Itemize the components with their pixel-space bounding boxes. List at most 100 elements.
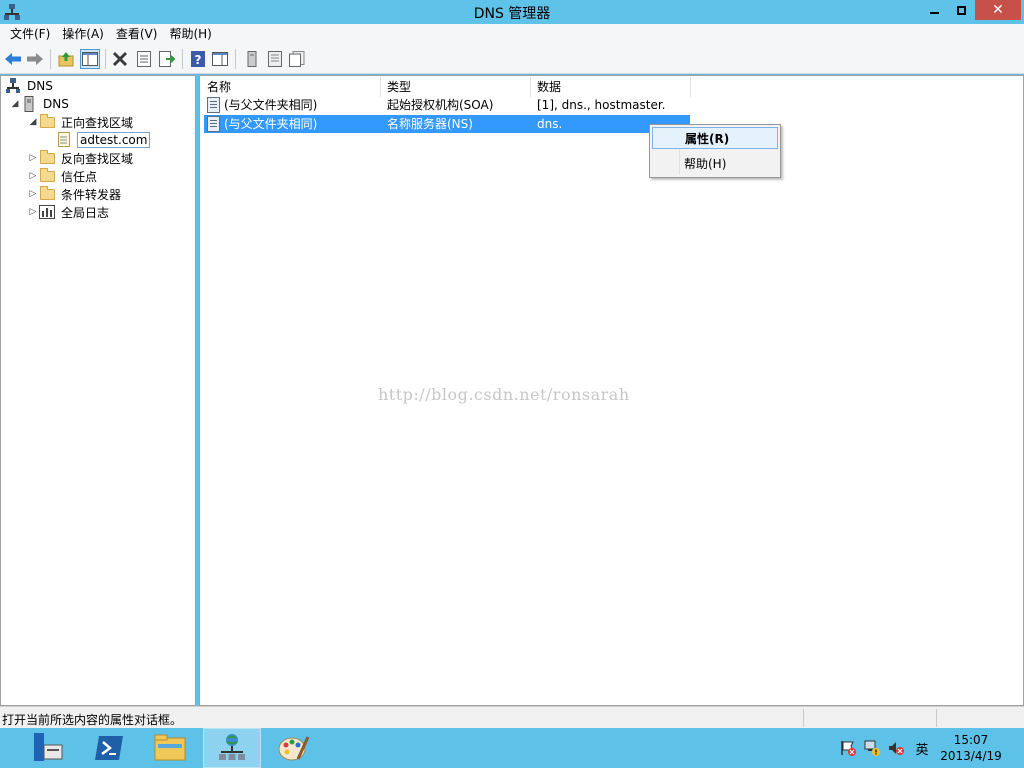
restore-icon xyxy=(957,5,966,15)
status-text: 打开当前所选内容的属性对话框。 xyxy=(2,713,183,727)
tree-node-dns-server[interactable]: ◢ DNS xyxy=(9,95,71,113)
tree-label: 正向查找区域 xyxy=(61,115,134,130)
tree-node-reverse-lookup-zones[interactable]: ▷ 反向查找区域 xyxy=(27,149,135,167)
back-button[interactable] xyxy=(3,49,23,69)
properties-button[interactable] xyxy=(134,49,154,69)
dns-record-icon xyxy=(207,116,220,132)
folder-icon xyxy=(39,113,55,130)
svg-text:?: ? xyxy=(195,53,202,67)
context-menu-help[interactable]: 帮助(H) xyxy=(652,153,778,175)
collapsed-triangle-icon[interactable]: ▷ xyxy=(27,171,39,181)
records-stack-icon xyxy=(289,51,305,67)
record-name: (与父文件夹相同) xyxy=(224,117,318,131)
table-row[interactable]: (与父文件夹相同) 名称服务器(NS) dns. xyxy=(204,115,690,133)
collapsed-triangle-icon[interactable]: ▷ xyxy=(27,207,39,217)
taskbar-powershell[interactable] xyxy=(80,728,138,768)
tray-volume-muted-icon[interactable] xyxy=(888,740,904,756)
tree-node-forward-lookup-zones[interactable]: ◢ 正向查找区域 xyxy=(27,113,135,131)
menu-file[interactable]: 文件(F) xyxy=(4,24,56,44)
server-icon xyxy=(21,96,37,112)
help-button[interactable]: ? xyxy=(188,49,208,69)
collapsed-triangle-icon[interactable]: ▷ xyxy=(27,153,39,163)
forward-button[interactable] xyxy=(25,49,45,69)
tree-label: 信任点 xyxy=(61,169,98,184)
status-bar: 打开当前所选内容的属性对话框。 xyxy=(0,706,1024,728)
tray-input-language[interactable]: 英 xyxy=(914,740,930,758)
forward-arrow-icon xyxy=(27,53,43,65)
delete-x-icon xyxy=(112,51,128,67)
tree-node-global-logs[interactable]: ▷ 全局日志 xyxy=(27,203,111,221)
tree-node-trust-points[interactable]: ▷ 信任点 xyxy=(27,167,99,185)
context-menu-properties[interactable]: 属性(R) xyxy=(652,127,778,149)
taskbar-dns-manager[interactable] xyxy=(203,728,261,768)
back-arrow-icon xyxy=(5,53,21,65)
taskbar-file-explorer[interactable] xyxy=(141,728,199,768)
console-tree-pane: DNS ◢ DNS ◢ 正向查找区域 adtest.com ▷ 反向查找区域 ▷… xyxy=(0,75,196,706)
menu-view[interactable]: 查看(V) xyxy=(110,24,164,44)
tree-node-conditional-forwarders[interactable]: ▷ 条件转发器 xyxy=(27,185,123,203)
taskbar: 英 15:07 2013/4/19 xyxy=(0,728,1024,768)
dns-record-icon xyxy=(207,97,220,113)
clock-time: 15:07 xyxy=(953,733,989,747)
server-button[interactable] xyxy=(242,49,262,69)
clock-date: 2013/4/19 xyxy=(940,749,1002,763)
watermark-text: http://blog.csdn.net/ronsarah xyxy=(378,385,630,404)
show-action-pane-button[interactable] xyxy=(210,49,230,69)
menu-bar: 文件(F) 操作(A) 查看(V) 帮助(H) xyxy=(0,24,1024,44)
toolbar: ? xyxy=(0,44,1024,74)
export-list-button[interactable] xyxy=(157,49,177,69)
records-stack-button[interactable] xyxy=(287,49,307,69)
tray-network-icon[interactable] xyxy=(864,740,880,756)
dns-manager-icon xyxy=(219,734,245,760)
folder-icon xyxy=(39,167,55,184)
show-hide-console-tree-button[interactable] xyxy=(80,49,100,69)
properties-sheet-icon xyxy=(137,51,151,67)
menu-action[interactable]: 操作(A) xyxy=(56,24,110,44)
restore-button[interactable] xyxy=(948,0,975,20)
folder-up-icon xyxy=(58,52,74,67)
delete-button[interactable] xyxy=(110,49,130,69)
record-type: 名称服务器(NS) xyxy=(387,117,473,131)
expanded-triangle-icon[interactable]: ◢ xyxy=(27,117,39,127)
dns-network-icon xyxy=(5,78,21,94)
folder-icon xyxy=(39,185,55,202)
tree-node-dns-root[interactable]: DNS xyxy=(5,77,55,95)
minimize-icon xyxy=(930,12,939,14)
record-type: 起始授权机构(SOA) xyxy=(387,98,494,112)
server-tower-icon xyxy=(247,51,257,67)
column-header-data[interactable]: 数据 xyxy=(531,77,691,97)
tree-label: 条件转发器 xyxy=(61,187,122,202)
file-explorer-icon xyxy=(154,734,186,761)
table-row[interactable]: (与父文件夹相同) 起始授权机构(SOA) [1], dns., hostmas… xyxy=(204,96,690,114)
record-data: dns. xyxy=(537,117,563,131)
taskbar-clock[interactable]: 15:07 2013/4/19 xyxy=(938,732,1004,764)
column-header-type[interactable]: 类型 xyxy=(381,77,531,97)
export-icon xyxy=(159,51,175,67)
tray-action-center-icon[interactable] xyxy=(840,740,856,756)
zone-file-icon xyxy=(57,132,73,148)
tree-label: DNS xyxy=(43,97,69,111)
action-pane-icon xyxy=(212,52,228,66)
taskbar-server-manager[interactable] xyxy=(18,728,76,768)
close-icon: ✕ xyxy=(992,2,1004,18)
title-bar: DNS 管理器 ✕ xyxy=(0,0,1024,24)
taskbar-paint[interactable] xyxy=(265,728,323,768)
menu-help[interactable]: 帮助(H) xyxy=(163,24,217,44)
record-name: (与父文件夹相同) xyxy=(224,98,318,112)
event-log-icon xyxy=(39,204,55,220)
up-level-button[interactable] xyxy=(56,49,76,69)
minimize-button[interactable] xyxy=(921,0,948,20)
close-button[interactable]: ✕ xyxy=(975,0,1021,20)
context-menu: 属性(R) 帮助(H) xyxy=(649,124,781,178)
paint-palette-icon xyxy=(278,736,310,761)
record-data: [1], dns., hostmaster. xyxy=(537,98,666,112)
expanded-triangle-icon[interactable]: ◢ xyxy=(9,99,21,109)
server-manager-icon xyxy=(34,733,63,761)
column-header-name[interactable]: 名称 xyxy=(201,77,381,97)
record-list-icon xyxy=(268,51,282,67)
tree-label: 全局日志 xyxy=(61,205,110,220)
powershell-icon xyxy=(95,736,123,760)
collapsed-triangle-icon[interactable]: ▷ xyxy=(27,189,39,199)
record-list-button[interactable] xyxy=(265,49,285,69)
tree-node-zone-adtest[interactable]: adtest.com xyxy=(57,131,151,149)
